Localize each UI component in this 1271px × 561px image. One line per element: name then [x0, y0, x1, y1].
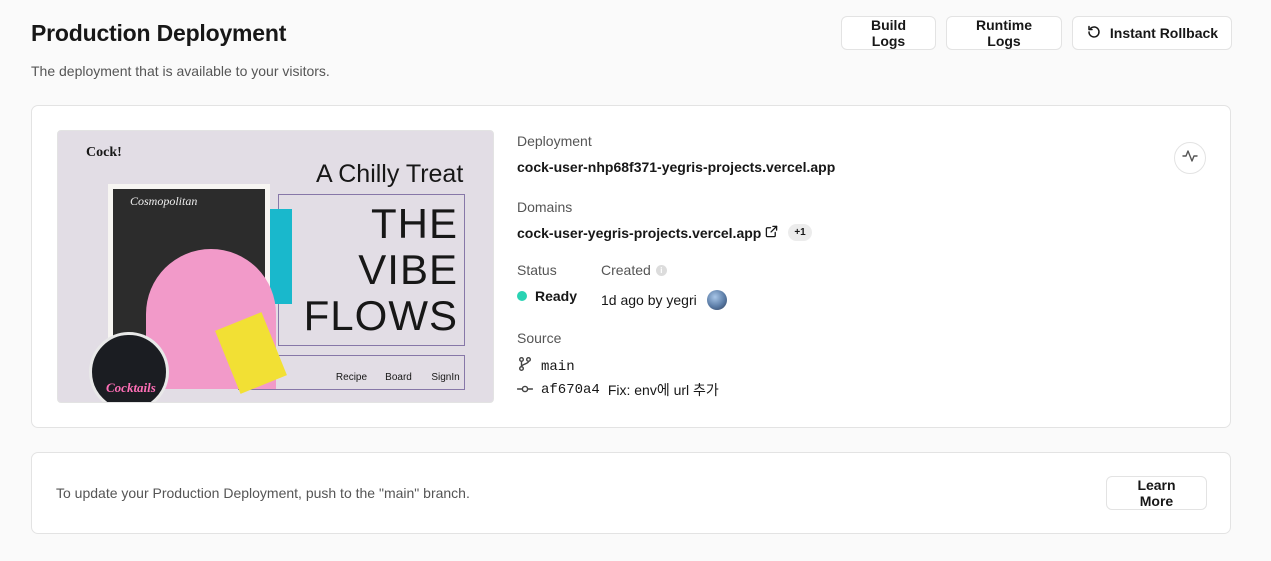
- update-hint-card: To update your Production Deployment, pu…: [31, 452, 1231, 534]
- preview-nav-item: SignIn: [431, 372, 460, 383]
- status-dot: [517, 291, 527, 301]
- external-link-icon[interactable]: [765, 225, 778, 241]
- preview-nav-item: Board: [385, 372, 412, 383]
- preview-big-line: VIBE: [358, 246, 458, 293]
- source-label: Source: [517, 330, 562, 346]
- commit-hash[interactable]: af670a4: [541, 382, 600, 398]
- avatar[interactable]: [706, 290, 727, 310]
- build-logs-button[interactable]: Build Logs: [841, 16, 936, 50]
- deployment-preview[interactable]: Cock! A Chilly Treat THE VIBE FLOWS Reci…: [57, 130, 494, 403]
- runtime-logs-button[interactable]: Runtime Logs: [946, 16, 1062, 50]
- domains-row: cock-user-yegris-projects.vercel.app +1: [517, 224, 812, 241]
- activity-icon: [1182, 148, 1198, 169]
- created-value: 1d ago by yegri: [601, 292, 697, 308]
- deployment-card: Cock! A Chilly Treat THE VIBE FLOWS Reci…: [31, 105, 1231, 428]
- preview-nav: Recipe Board SignIn: [328, 372, 469, 383]
- activity-button[interactable]: [1174, 142, 1206, 174]
- page-title: Production Deployment: [31, 20, 287, 46]
- git-commit-icon: [516, 381, 534, 400]
- preview-big-text: THE VIBE FLOWS: [304, 201, 458, 339]
- preview-cyan-block: [270, 209, 292, 304]
- created-label: Created: [601, 262, 651, 278]
- learn-more-button[interactable]: Learn More: [1106, 476, 1207, 510]
- branch-row: main: [517, 356, 575, 377]
- deployment-label: Deployment: [517, 133, 592, 149]
- preview-big-line: FLOWS: [303, 292, 458, 339]
- status-label: Status: [517, 262, 557, 278]
- preview-nav-item: Recipe: [335, 372, 368, 383]
- preview-headline: A Chilly Treat: [316, 160, 464, 188]
- info-icon[interactable]: i: [655, 264, 667, 276]
- page-subtitle: The deployment that is available to your…: [31, 63, 330, 79]
- preview-logo: Cock!: [86, 145, 122, 160]
- preview-big-line: THE: [371, 200, 458, 247]
- extra-domains-badge[interactable]: +1: [788, 224, 812, 241]
- commit-row: af670a4 Fix: env에 url 추가: [516, 380, 719, 400]
- commit-message: Fix: env에 url 추가: [607, 382, 719, 398]
- branch-name[interactable]: main: [541, 359, 575, 375]
- domains-label: Domains: [517, 199, 573, 215]
- created-row: 1d ago by yegri: [601, 290, 727, 310]
- status-value: Ready: [535, 288, 578, 304]
- preview-badge-text: Cocktails: [106, 380, 156, 395]
- preview-board-title: Cosmopolitan: [130, 194, 198, 208]
- update-hint-text: To update your Production Deployment, pu…: [56, 485, 470, 501]
- instant-rollback-button[interactable]: Instant Rollback: [1072, 16, 1232, 50]
- deployment-url[interactable]: cock-user-nhp68f371-yegris-projects.verc…: [517, 159, 835, 175]
- header-actions: Build Logs Runtime Logs Instant Rollback: [841, 16, 1232, 50]
- domain-link[interactable]: cock-user-yegris-projects.vercel.app: [517, 225, 761, 241]
- created-label-row: Created i: [601, 262, 667, 278]
- rollback-icon: [1086, 24, 1102, 43]
- instant-rollback-label: Instant Rollback: [1109, 25, 1219, 41]
- git-branch-icon: [517, 356, 533, 377]
- status-row: Ready: [517, 288, 577, 304]
